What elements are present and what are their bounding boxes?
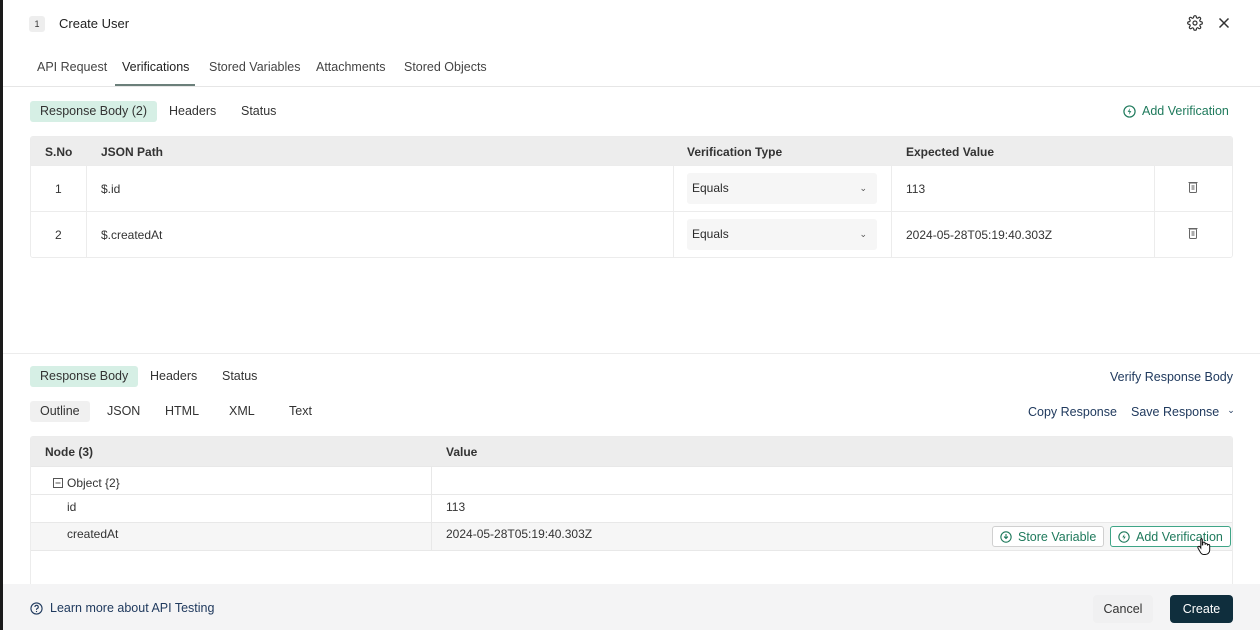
tree-row[interactable]: Object {2} bbox=[31, 466, 1232, 494]
chevron-down-icon: ⌄ bbox=[859, 229, 867, 239]
bolt-circle-icon bbox=[1118, 530, 1130, 543]
active-tab-indicator bbox=[115, 84, 195, 86]
column-divider bbox=[86, 165, 87, 257]
column-header-sno: S.No bbox=[45, 145, 73, 159]
node-value: 2024-05-28T05:19:40.303Z bbox=[446, 527, 593, 541]
format-tab-xml[interactable]: XML bbox=[219, 401, 265, 422]
add-verification-row-button[interactable]: Add Verification bbox=[1110, 526, 1231, 547]
bolt-circle-icon bbox=[1123, 104, 1136, 118]
node-label: id bbox=[67, 500, 77, 514]
row-divider bbox=[31, 550, 1232, 551]
dialog-footer: Learn more about API Testing Cancel Crea… bbox=[3, 584, 1260, 630]
chevron-down-icon: ⌄ bbox=[1227, 405, 1235, 415]
subtab-status-verifications[interactable]: Status bbox=[231, 101, 286, 122]
column-header-json-path: JSON Path bbox=[101, 145, 164, 159]
subtab-headers-verifications[interactable]: Headers bbox=[159, 101, 226, 122]
table-header: S.No JSON Path Verification Type Expecte… bbox=[31, 137, 1232, 165]
node-value: 113 bbox=[446, 500, 466, 514]
table-row: 1 $.id Equals ⌄ 113 bbox=[31, 165, 1232, 211]
trash-icon[interactable] bbox=[1188, 227, 1198, 239]
help-circle-icon bbox=[30, 601, 43, 615]
subtab-status[interactable]: Status bbox=[212, 366, 267, 387]
column-divider bbox=[1154, 165, 1155, 257]
hand-pointer-cursor-icon bbox=[1197, 538, 1211, 555]
verification-type-value: Equals bbox=[692, 227, 729, 241]
response-outline-table: Node (3) Value Object {2} id 113 created… bbox=[30, 436, 1233, 586]
main-tabs: API Request Verifications Stored Variabl… bbox=[3, 48, 1260, 87]
column-divider bbox=[673, 165, 674, 257]
collapse-icon[interactable] bbox=[53, 478, 63, 488]
verifications-table: S.No JSON Path Verification Type Expecte… bbox=[30, 136, 1233, 258]
add-verification-label: Add Verification bbox=[1142, 104, 1229, 118]
column-header-verification-type: Verification Type bbox=[687, 145, 783, 159]
subtab-response-body-verifications[interactable]: Response Body (2) bbox=[30, 101, 158, 122]
create-user-dialog: 1 Create User API Request Verifications … bbox=[3, 0, 1260, 630]
column-divider bbox=[891, 165, 892, 257]
store-variable-label: Store Variable bbox=[1018, 529, 1097, 544]
learn-more-label: Learn more about API Testing bbox=[50, 601, 215, 615]
format-tab-json[interactable]: JSON bbox=[97, 401, 150, 422]
verification-type-value: Equals bbox=[692, 181, 729, 195]
verify-response-body-link[interactable]: Verify Response Body bbox=[1110, 370, 1233, 384]
row-json-path[interactable]: $.createdAt bbox=[101, 212, 162, 257]
create-button[interactable]: Create bbox=[1170, 595, 1233, 623]
tab-api-request[interactable]: API Request bbox=[37, 60, 107, 74]
tree-row[interactable]: id 113 bbox=[31, 494, 1232, 522]
column-divider bbox=[431, 466, 432, 550]
node-label: createdAt bbox=[67, 527, 119, 541]
column-header-node: Node (3) bbox=[45, 445, 93, 459]
subtab-headers[interactable]: Headers bbox=[140, 366, 207, 387]
tab-attachments[interactable]: Attachments bbox=[316, 60, 385, 74]
verification-type-select[interactable]: Equals ⌄ bbox=[687, 219, 877, 250]
node-label: Object {2} bbox=[67, 476, 120, 490]
dialog-title: Create User bbox=[59, 16, 130, 31]
trash-icon[interactable] bbox=[1188, 181, 1198, 193]
row-expected-value[interactable]: 113 bbox=[906, 166, 925, 212]
close-icon[interactable] bbox=[1216, 15, 1232, 31]
dialog-header: 1 Create User bbox=[3, 0, 1260, 48]
store-variable-button[interactable]: Store Variable bbox=[992, 526, 1105, 547]
tab-stored-objects[interactable]: Stored Objects bbox=[404, 60, 487, 74]
table-row: 2 $.createdAt Equals ⌄ 2024-05-28T05:19:… bbox=[31, 211, 1232, 257]
row-expected-value[interactable]: 2024-05-28T05:19:40.303Z bbox=[906, 212, 1052, 257]
format-tab-outline[interactable]: Outline bbox=[30, 401, 90, 422]
format-tab-html[interactable]: HTML bbox=[155, 401, 209, 422]
row-sno: 2 bbox=[55, 228, 62, 242]
tab-verifications[interactable]: Verifications bbox=[122, 60, 189, 74]
table-header: Node (3) Value bbox=[31, 437, 1232, 466]
tree-row[interactable]: createdAt 2024-05-28T05:19:40.303Z Store… bbox=[31, 522, 1232, 550]
column-header-expected-value: Expected Value bbox=[906, 145, 995, 159]
verification-type-select[interactable]: Equals ⌄ bbox=[687, 173, 877, 204]
format-tab-text[interactable]: Text bbox=[279, 401, 322, 422]
cancel-button[interactable]: Cancel bbox=[1093, 595, 1153, 623]
gear-icon[interactable] bbox=[1187, 15, 1203, 31]
column-header-value: Value bbox=[446, 445, 478, 459]
add-verification-button[interactable]: Add Verification bbox=[1123, 104, 1229, 118]
chevron-down-icon: ⌄ bbox=[859, 183, 867, 193]
save-response-dropdown[interactable]: Save Response ⌄ bbox=[1131, 405, 1235, 419]
step-number-badge: 1 bbox=[29, 16, 45, 32]
download-circle-icon bbox=[1000, 530, 1012, 543]
tab-stored-variables[interactable]: Stored Variables bbox=[209, 60, 301, 74]
row-json-path[interactable]: $.id bbox=[101, 166, 120, 212]
copy-response-link[interactable]: Copy Response bbox=[1028, 405, 1117, 419]
subtab-response-body[interactable]: Response Body bbox=[30, 366, 139, 387]
learn-more-link[interactable]: Learn more about API Testing bbox=[30, 601, 214, 615]
section-divider bbox=[3, 353, 1260, 354]
row-sno: 1 bbox=[55, 182, 62, 196]
save-response-label: Save Response bbox=[1131, 405, 1220, 419]
